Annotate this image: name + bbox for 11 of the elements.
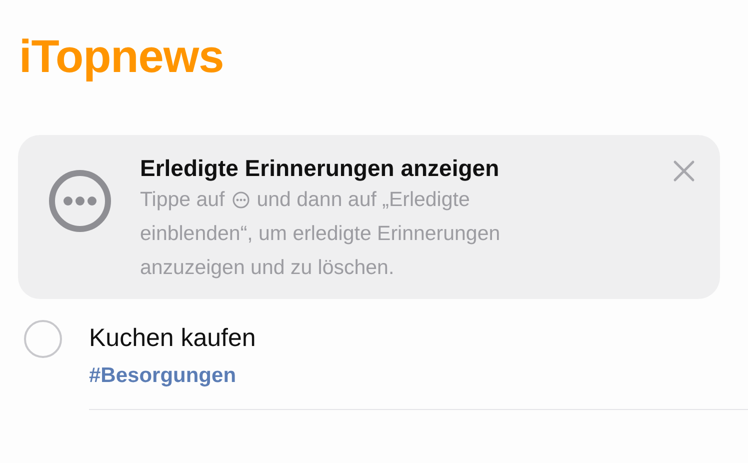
- reminder-title: Kuchen kaufen: [89, 323, 257, 354]
- tip-text: einblenden“, um erledigte Erinnerungen: [140, 221, 500, 247]
- tip-text: Tippe auf: [140, 187, 225, 213]
- reminder-checkbox[interactable]: [24, 320, 62, 358]
- tip-text: und dann auf „Erledigte: [256, 187, 470, 213]
- more-icon: [232, 191, 250, 209]
- more-icon: [48, 169, 112, 233]
- tip-text: anzuzeigen und zu löschen.: [140, 255, 394, 281]
- tip-title: Erledigte Erinnerungen anzeigen: [140, 154, 500, 183]
- reminder-tag[interactable]: #Besorgungen: [89, 361, 748, 391]
- list-title: iTopnews: [18, 29, 225, 84]
